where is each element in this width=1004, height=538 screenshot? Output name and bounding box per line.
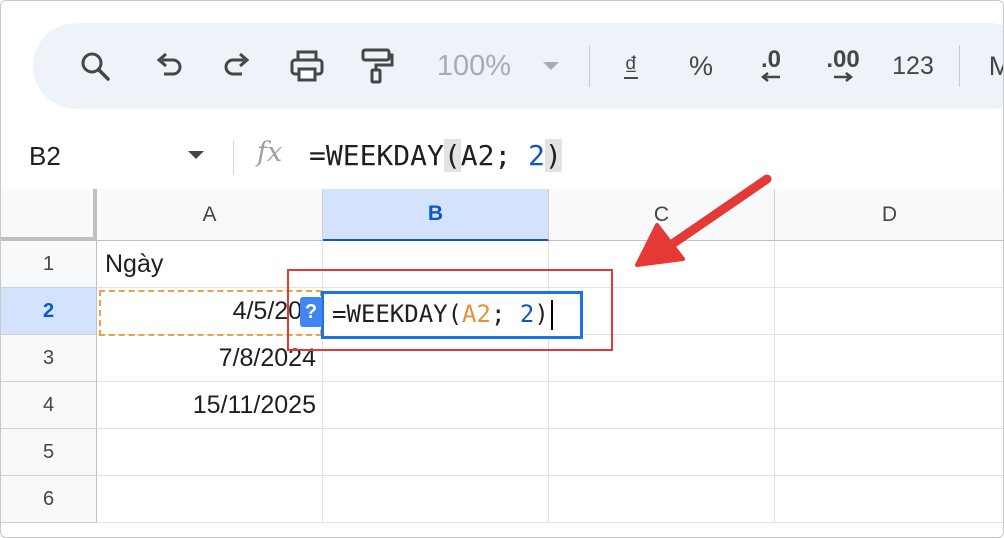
- fx-icon: fx: [257, 137, 283, 168]
- cell-b1[interactable]: [323, 241, 549, 288]
- formula-args: A2;: [460, 139, 529, 172]
- chevron-down-icon[interactable]: [536, 41, 566, 91]
- text-cursor: [550, 300, 553, 330]
- cell-d6[interactable]: [775, 476, 1003, 523]
- decrease-decimal-label: .0: [760, 46, 781, 73]
- arrow-left-icon: [760, 72, 780, 82]
- cell-c4[interactable]: [549, 382, 775, 429]
- formula-help-button[interactable]: ?: [300, 297, 322, 327]
- annotation-arrow-icon: [635, 174, 772, 267]
- currency-format-button[interactable]: ₫: [613, 41, 649, 91]
- row-header-4[interactable]: 4: [1, 382, 97, 429]
- more-formats-button[interactable]: M: [985, 41, 1003, 91]
- toolbar-divider: [959, 45, 960, 87]
- print-icon[interactable]: [287, 41, 327, 91]
- formula-function: =WEEKDAY: [309, 139, 444, 172]
- increase-decimal-button[interactable]: .00: [817, 41, 869, 91]
- chevron-down-icon[interactable]: [187, 147, 205, 165]
- increase-decimal-label: .00: [826, 46, 860, 73]
- cell-editor-text: =WEEKDAY(A2; 2): [324, 300, 553, 330]
- cell-c5[interactable]: [549, 429, 775, 476]
- cell-d4[interactable]: [775, 382, 1003, 429]
- editor-number: 2: [519, 300, 535, 328]
- editor-separator: ;: [490, 300, 520, 328]
- number-format-button[interactable]: 123: [887, 41, 939, 91]
- percent-format-button[interactable]: %: [681, 41, 721, 91]
- column-header-a[interactable]: A: [97, 189, 323, 241]
- cell-a2[interactable]: 4/5/202: [97, 288, 323, 335]
- cell-a4[interactable]: 15/11/2025: [97, 382, 323, 429]
- undo-icon[interactable]: [151, 41, 187, 91]
- name-box[interactable]: B2: [29, 141, 61, 172]
- cell-b5[interactable]: [323, 429, 549, 476]
- formula-open-paren: (: [443, 139, 461, 172]
- column-header-b[interactable]: B: [323, 189, 549, 241]
- decrease-decimal-button[interactable]: .0: [747, 41, 795, 91]
- cell-b3[interactable]: [323, 335, 549, 382]
- redo-icon[interactable]: [219, 41, 255, 91]
- cell-c6[interactable]: [549, 476, 775, 523]
- cell-c3[interactable]: [549, 335, 775, 382]
- sheet-grid: A B C D 1 2 3 4 5 6 Ngày 4/5/202 7/8/202…: [1, 189, 1003, 537]
- arrow-right-icon: [834, 72, 854, 82]
- cell-a6[interactable]: [97, 476, 323, 523]
- row-header-2[interactable]: 2: [1, 288, 97, 335]
- spreadsheet-window: 100% ₫ % .0 .00 123 M B2 fx =WEEKDAY(A2;…: [0, 0, 1004, 538]
- search-icon[interactable]: [75, 41, 115, 91]
- cell-a1[interactable]: Ngày: [97, 241, 323, 288]
- paint-format-icon[interactable]: [357, 41, 397, 91]
- toolbar-divider: [589, 45, 590, 87]
- cell-a5[interactable]: [97, 429, 323, 476]
- editor-reference: A2: [462, 300, 491, 328]
- formula-input[interactable]: =WEEKDAY(A2; 2): [309, 139, 562, 172]
- column-header-d[interactable]: D: [775, 189, 1003, 241]
- cell-d5[interactable]: [775, 429, 1003, 476]
- editor-open-paren: (: [447, 300, 463, 328]
- row-header-6[interactable]: 6: [1, 476, 97, 523]
- cell-a3[interactable]: 7/8/2024: [97, 335, 323, 382]
- row-header-3[interactable]: 3: [1, 335, 97, 382]
- formula-number: 2: [528, 139, 546, 172]
- row-header-1[interactable]: 1: [1, 241, 97, 288]
- zoom-select[interactable]: 100%: [429, 41, 519, 91]
- cell-b6[interactable]: [323, 476, 549, 523]
- row-header-5[interactable]: 5: [1, 429, 97, 476]
- editor-close-paren: ): [534, 300, 549, 328]
- cell-editor[interactable]: =WEEKDAY(A2; 2): [321, 291, 583, 339]
- cell-d2[interactable]: [775, 288, 1003, 335]
- select-all-corner[interactable]: [1, 189, 97, 241]
- formula-close-paren: ): [545, 139, 562, 172]
- formula-bar: B2 fx =WEEKDAY(A2; 2): [1, 127, 1003, 190]
- formula-bar-divider: [233, 141, 234, 175]
- cell-d3[interactable]: [775, 335, 1003, 382]
- cell-d1[interactable]: [775, 241, 1003, 288]
- cell-b4[interactable]: [323, 382, 549, 429]
- editor-function: =WEEKDAY: [332, 300, 448, 328]
